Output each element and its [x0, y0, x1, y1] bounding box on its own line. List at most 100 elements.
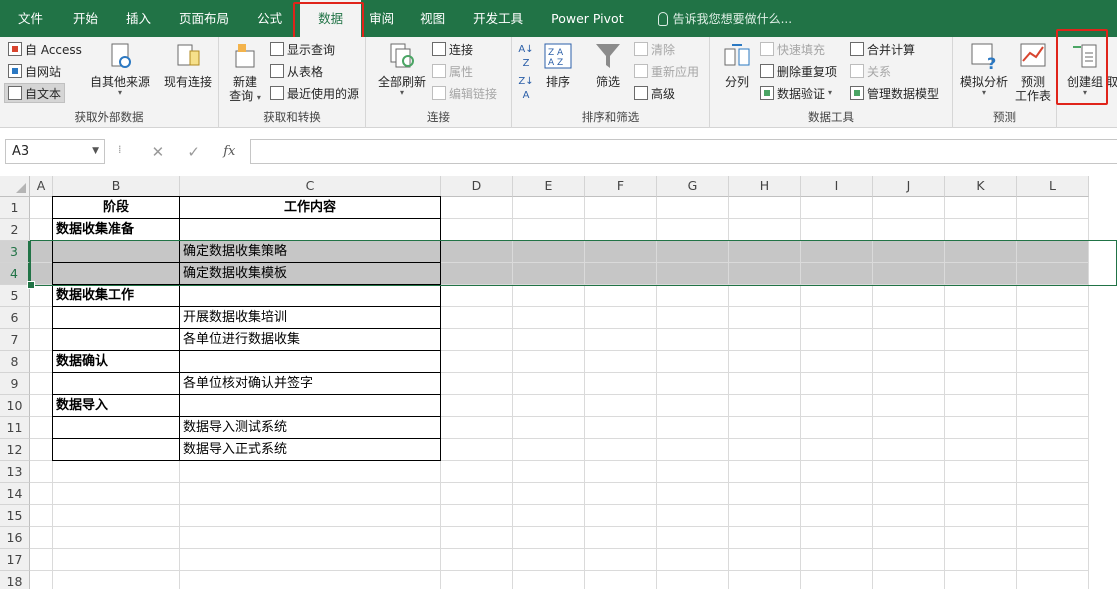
cell-f13[interactable] — [585, 461, 657, 483]
row-header-15[interactable]: 15 — [0, 505, 30, 527]
cell-l15[interactable] — [1017, 505, 1089, 527]
cell-j8[interactable] — [873, 351, 945, 373]
cell-g8[interactable] — [657, 351, 729, 373]
cell-e7[interactable] — [513, 329, 585, 351]
cell-b7[interactable] — [53, 329, 180, 351]
cell-e16[interactable] — [513, 527, 585, 549]
cell-c1[interactable]: 工作内容 — [180, 197, 441, 219]
cell-j10[interactable] — [873, 395, 945, 417]
cell-e8[interactable] — [513, 351, 585, 373]
cell-g3[interactable] — [657, 241, 729, 263]
cell-g14[interactable] — [657, 483, 729, 505]
cell-g5[interactable] — [657, 285, 729, 307]
cell-f5[interactable] — [585, 285, 657, 307]
column-header-k[interactable]: K — [945, 176, 1017, 197]
cell-k11[interactable] — [945, 417, 1017, 439]
tab-file[interactable]: 文件 — [0, 0, 59, 37]
cell-e3[interactable] — [513, 241, 585, 263]
row-header-16[interactable]: 16 — [0, 527, 30, 549]
cell-l9[interactable] — [1017, 373, 1089, 395]
cell-j14[interactable] — [873, 483, 945, 505]
cell-a7[interactable] — [30, 329, 53, 351]
cell-k4[interactable] — [945, 263, 1017, 285]
cell-i16[interactable] — [801, 527, 873, 549]
row-header-6[interactable]: 6 — [0, 307, 30, 329]
cell-i10[interactable] — [801, 395, 873, 417]
cell-c6[interactable]: 开展数据收集培训 — [180, 307, 441, 329]
remove-duplicates-button[interactable]: 删除重复项 — [760, 61, 837, 81]
row-header-7[interactable]: 7 — [0, 329, 30, 351]
cell-j11[interactable] — [873, 417, 945, 439]
cell-c4[interactable]: 确定数据收集模板 — [180, 263, 441, 285]
column-header-d[interactable]: D — [441, 176, 513, 197]
cell-k12[interactable] — [945, 439, 1017, 461]
cell-e1[interactable] — [513, 197, 585, 219]
row-header-1[interactable]: 1 — [0, 197, 30, 219]
cell-g15[interactable] — [657, 505, 729, 527]
cell-f12[interactable] — [585, 439, 657, 461]
cell-b15[interactable] — [53, 505, 180, 527]
cell-h9[interactable] — [729, 373, 801, 395]
cell-d1[interactable] — [441, 197, 513, 219]
cell-f7[interactable] — [585, 329, 657, 351]
tab-view[interactable]: 视图 — [406, 0, 459, 37]
cell-f1[interactable] — [585, 197, 657, 219]
row-header-12[interactable]: 12 — [0, 439, 30, 461]
cell-b12[interactable] — [53, 439, 180, 461]
cell-i1[interactable] — [801, 197, 873, 219]
cell-b8[interactable]: 数据确认 — [53, 351, 180, 373]
tell-me-search[interactable]: 告诉我您想要做什么... — [638, 10, 792, 27]
edit-links-button[interactable]: 编辑链接 — [432, 83, 497, 103]
cell-c16[interactable] — [180, 527, 441, 549]
tab-developer[interactable]: 开发工具 — [459, 0, 537, 37]
cell-d16[interactable] — [441, 527, 513, 549]
cell-a14[interactable] — [30, 483, 53, 505]
cell-j17[interactable] — [873, 549, 945, 571]
cell-k1[interactable] — [945, 197, 1017, 219]
row-header-3[interactable]: 3 — [0, 241, 30, 263]
name-box[interactable]: A3 ▼ — [5, 139, 105, 164]
cell-k18[interactable] — [945, 571, 1017, 589]
cell-c8[interactable] — [180, 351, 441, 373]
cell-e6[interactable] — [513, 307, 585, 329]
reapply-button[interactable]: 重新应用 — [634, 61, 699, 81]
from-text-button[interactable]: 自文本 — [4, 83, 66, 103]
cell-k14[interactable] — [945, 483, 1017, 505]
from-web-button[interactable]: 自网站 — [8, 61, 61, 81]
cell-i12[interactable] — [801, 439, 873, 461]
cell-j7[interactable] — [873, 329, 945, 351]
cell-b6[interactable] — [53, 307, 180, 329]
cell-b14[interactable] — [53, 483, 180, 505]
cell-e15[interactable] — [513, 505, 585, 527]
cell-b16[interactable] — [53, 527, 180, 549]
cell-a10[interactable] — [30, 395, 53, 417]
cell-f2[interactable] — [585, 219, 657, 241]
cell-l12[interactable] — [1017, 439, 1089, 461]
cell-d15[interactable] — [441, 505, 513, 527]
cell-i5[interactable] — [801, 285, 873, 307]
cell-d5[interactable] — [441, 285, 513, 307]
existing-connections-button[interactable]: 现有连接 — [160, 41, 216, 89]
cell-k15[interactable] — [945, 505, 1017, 527]
cell-f14[interactable] — [585, 483, 657, 505]
column-header-g[interactable]: G — [657, 176, 729, 197]
cell-d17[interactable] — [441, 549, 513, 571]
cell-a8[interactable] — [30, 351, 53, 373]
cell-b5[interactable]: 数据收集工作 — [53, 285, 180, 307]
row-header-14[interactable]: 14 — [0, 483, 30, 505]
clear-filter-button[interactable]: 清除 — [634, 39, 675, 59]
cell-c17[interactable] — [180, 549, 441, 571]
cell-d13[interactable] — [441, 461, 513, 483]
cell-c11[interactable]: 数据导入测试系统 — [180, 417, 441, 439]
cell-h2[interactable] — [729, 219, 801, 241]
cell-d6[interactable] — [441, 307, 513, 329]
cell-i15[interactable] — [801, 505, 873, 527]
relationships-button[interactable]: 关系 — [850, 61, 891, 81]
cell-c14[interactable] — [180, 483, 441, 505]
cell-i13[interactable] — [801, 461, 873, 483]
cell-l7[interactable] — [1017, 329, 1089, 351]
cell-c15[interactable] — [180, 505, 441, 527]
cell-i14[interactable] — [801, 483, 873, 505]
cell-e17[interactable] — [513, 549, 585, 571]
cell-f11[interactable] — [585, 417, 657, 439]
